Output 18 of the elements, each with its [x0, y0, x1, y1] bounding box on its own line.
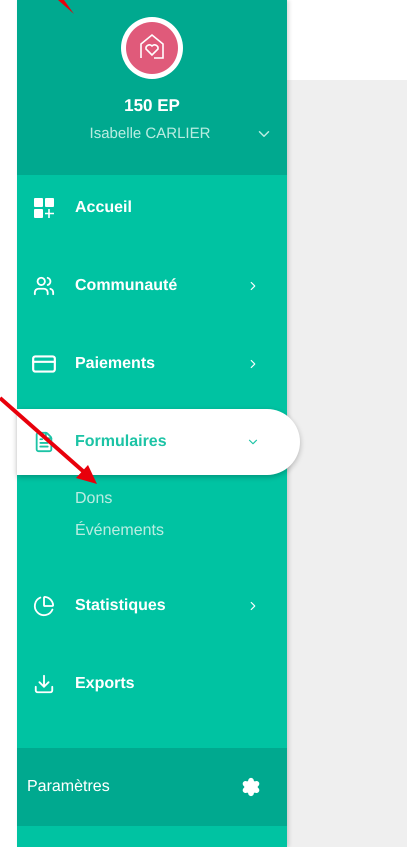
menu-item[interactable]: Statistiques: [17, 573, 287, 639]
pie-chart-icon: [33, 595, 55, 617]
document-icon: [33, 431, 55, 453]
submenu-item[interactable]: Dons: [75, 483, 287, 515]
menu-item[interactable]: Paiements: [17, 331, 287, 397]
user-name: Isabelle CARLIER: [88, 124, 212, 144]
menu-item[interactable]: Exports: [17, 651, 287, 717]
organization-name: 150 EP: [124, 95, 180, 117]
download-icon: [33, 673, 55, 695]
annotation-arrow: [58, 0, 74, 14]
users-icon: [33, 275, 55, 297]
menu-item[interactable]: Communauté: [17, 253, 287, 319]
submenu-item[interactable]: Événements: [75, 515, 287, 547]
menu-item[interactable]: Formulaires: [17, 409, 300, 475]
dashboard-icon: [34, 198, 54, 218]
settings-icon[interactable]: [241, 777, 261, 797]
menu-item[interactable]: Accueil: [17, 175, 287, 241]
settings-bar[interactable]: Paramètres: [17, 748, 287, 826]
